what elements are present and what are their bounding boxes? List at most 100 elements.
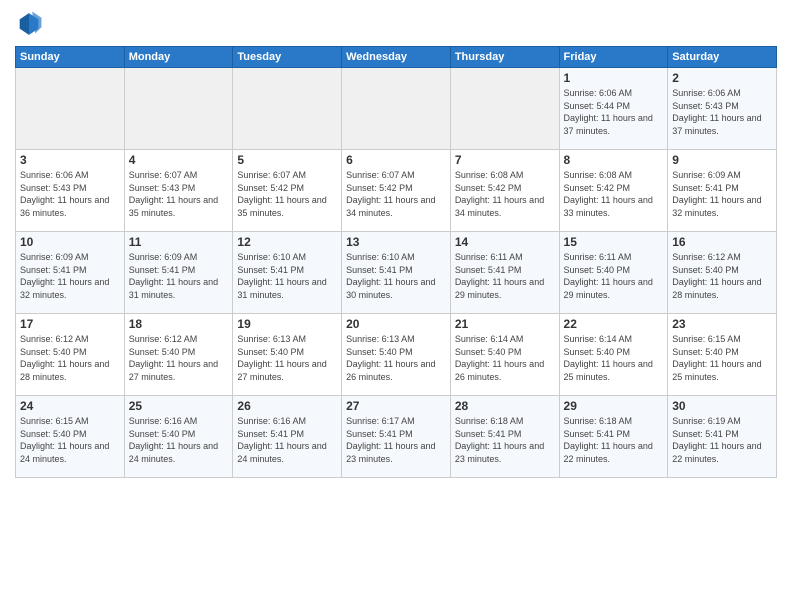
day-info: Sunrise: 6:16 AM Sunset: 5:40 PM Dayligh… xyxy=(129,415,229,465)
day-number: 27 xyxy=(346,399,446,413)
day-number: 20 xyxy=(346,317,446,331)
calendar-cell: 29Sunrise: 6:18 AM Sunset: 5:41 PM Dayli… xyxy=(559,396,668,478)
week-row-2: 10Sunrise: 6:09 AM Sunset: 5:41 PM Dayli… xyxy=(16,232,777,314)
day-info: Sunrise: 6:16 AM Sunset: 5:41 PM Dayligh… xyxy=(237,415,337,465)
day-number: 22 xyxy=(564,317,664,331)
calendar-cell xyxy=(342,68,451,150)
calendar-cell xyxy=(450,68,559,150)
calendar-cell: 9 Sunrise: 6:09 AM Sunset: 5:41 PM Daylig… xyxy=(668,150,777,232)
day-number: 8 xyxy=(564,153,664,167)
day-number: 30 xyxy=(672,399,772,413)
day-number: 5 xyxy=(237,153,337,167)
day-info: Sunrise: 6:12 AM Sunset: 5:40 PM Dayligh… xyxy=(20,333,120,383)
day-info: Sunrise: 6:12 AM Sunset: 5:40 PM Dayligh… xyxy=(129,333,229,383)
day-info: Sunrise: 6:15 AM Sunset: 5:40 PM Dayligh… xyxy=(672,333,772,383)
day-number: 17 xyxy=(20,317,120,331)
calendar-cell: 25 Sunrise: 6:16 AM Sunset: 5:40 PM Dayli… xyxy=(124,396,233,478)
day-number: 23 xyxy=(672,317,772,331)
calendar-table: SundayMondayTuesdayWednesdayThursdayFrid… xyxy=(15,46,777,478)
day-info: Sunrise: 6:10 AM Sunset: 5:41 PM Dayligh… xyxy=(237,251,337,301)
day-number: 1 xyxy=(564,71,664,85)
calendar-cell: 30Sunrise: 6:19 AM Sunset: 5:41 PM Dayli… xyxy=(668,396,777,478)
calendar-cell: 8 Sunrise: 6:08 AM Sunset: 5:42 PM Daylig… xyxy=(559,150,668,232)
calendar-cell xyxy=(233,68,342,150)
day-number: 14 xyxy=(455,235,555,249)
calendar-cell: 28 Sunrise: 6:18 AM Sunset: 5:41 PM Dayli… xyxy=(450,396,559,478)
day-info: Sunrise: 6:06 AM Sunset: 5:43 PM Dayligh… xyxy=(672,87,772,137)
day-info: Sunrise: 6:17 AM Sunset: 5:41 PM Dayligh… xyxy=(346,415,446,465)
calendar-cell xyxy=(124,68,233,150)
calendar-cell: 17 Sunrise: 6:12 AM Sunset: 5:40 PM Dayli… xyxy=(16,314,125,396)
day-number: 7 xyxy=(455,153,555,167)
header-day-tuesday: Tuesday xyxy=(233,47,342,68)
day-number: 11 xyxy=(129,235,229,249)
day-info: Sunrise: 6:12 AM Sunset: 5:40 PM Dayligh… xyxy=(672,251,772,301)
day-info: Sunrise: 6:13 AM Sunset: 5:40 PM Dayligh… xyxy=(346,333,446,383)
day-number: 6 xyxy=(346,153,446,167)
header-day-monday: Monday xyxy=(124,47,233,68)
day-info: Sunrise: 6:08 AM Sunset: 5:42 PM Dayligh… xyxy=(455,169,555,219)
day-info: Sunrise: 6:06 AM Sunset: 5:44 PM Dayligh… xyxy=(564,87,664,137)
calendar-cell: 20 Sunrise: 6:13 AM Sunset: 5:40 PM Dayli… xyxy=(342,314,451,396)
calendar-cell: 4 Sunrise: 6:07 AM Sunset: 5:43 PM Daylig… xyxy=(124,150,233,232)
day-number: 12 xyxy=(237,235,337,249)
day-number: 25 xyxy=(129,399,229,413)
calendar-cell: 16 Sunrise: 6:12 AM Sunset: 5:40 PM Dayli… xyxy=(668,232,777,314)
day-number: 15 xyxy=(564,235,664,249)
day-info: Sunrise: 6:07 AM Sunset: 5:42 PM Dayligh… xyxy=(346,169,446,219)
header-day-thursday: Thursday xyxy=(450,47,559,68)
calendar-cell: 18Sunrise: 6:12 AM Sunset: 5:40 PM Dayli… xyxy=(124,314,233,396)
day-info: Sunrise: 6:09 AM Sunset: 5:41 PM Dayligh… xyxy=(129,251,229,301)
calendar-cell: 26 Sunrise: 6:16 AM Sunset: 5:41 PM Dayli… xyxy=(233,396,342,478)
logo xyxy=(15,10,47,38)
week-row-0: 1 Sunrise: 6:06 AM Sunset: 5:44 PM Daylig… xyxy=(16,68,777,150)
calendar-cell: 1 Sunrise: 6:06 AM Sunset: 5:44 PM Daylig… xyxy=(559,68,668,150)
calendar-cell: 12 Sunrise: 6:10 AM Sunset: 5:41 PM Dayli… xyxy=(233,232,342,314)
calendar-cell: 22Sunrise: 6:14 AM Sunset: 5:40 PM Dayli… xyxy=(559,314,668,396)
calendar-cell: 13 Sunrise: 6:10 AM Sunset: 5:41 PM Dayli… xyxy=(342,232,451,314)
day-info: Sunrise: 6:14 AM Sunset: 5:40 PM Dayligh… xyxy=(455,333,555,383)
day-number: 26 xyxy=(237,399,337,413)
day-number: 9 xyxy=(672,153,772,167)
day-info: Sunrise: 6:15 AM Sunset: 5:40 PM Dayligh… xyxy=(20,415,120,465)
header-day-sunday: Sunday xyxy=(16,47,125,68)
day-info: Sunrise: 6:11 AM Sunset: 5:41 PM Dayligh… xyxy=(455,251,555,301)
logo-icon xyxy=(15,10,43,38)
calendar-cell: 19Sunrise: 6:13 AM Sunset: 5:40 PM Dayli… xyxy=(233,314,342,396)
day-number: 21 xyxy=(455,317,555,331)
calendar-cell: 15 Sunrise: 6:11 AM Sunset: 5:40 PM Dayli… xyxy=(559,232,668,314)
header-day-saturday: Saturday xyxy=(668,47,777,68)
day-number: 2 xyxy=(672,71,772,85)
calendar-cell: 5 Sunrise: 6:07 AM Sunset: 5:42 PM Daylig… xyxy=(233,150,342,232)
calendar-cell: 10Sunrise: 6:09 AM Sunset: 5:41 PM Dayli… xyxy=(16,232,125,314)
calendar-cell: 14 Sunrise: 6:11 AM Sunset: 5:41 PM Dayli… xyxy=(450,232,559,314)
day-number: 19 xyxy=(237,317,337,331)
calendar-cell: 3Sunrise: 6:06 AM Sunset: 5:43 PM Daylig… xyxy=(16,150,125,232)
day-info: Sunrise: 6:06 AM Sunset: 5:43 PM Dayligh… xyxy=(20,169,120,219)
calendar-cell: 6 Sunrise: 6:07 AM Sunset: 5:42 PM Daylig… xyxy=(342,150,451,232)
day-info: Sunrise: 6:11 AM Sunset: 5:40 PM Dayligh… xyxy=(564,251,664,301)
day-info: Sunrise: 6:18 AM Sunset: 5:41 PM Dayligh… xyxy=(455,415,555,465)
day-info: Sunrise: 6:18 AM Sunset: 5:41 PM Dayligh… xyxy=(564,415,664,465)
calendar-cell: 7 Sunrise: 6:08 AM Sunset: 5:42 PM Daylig… xyxy=(450,150,559,232)
calendar-cell: 11 Sunrise: 6:09 AM Sunset: 5:41 PM Dayli… xyxy=(124,232,233,314)
day-info: Sunrise: 6:08 AM Sunset: 5:42 PM Dayligh… xyxy=(564,169,664,219)
day-info: Sunrise: 6:07 AM Sunset: 5:42 PM Dayligh… xyxy=(237,169,337,219)
day-info: Sunrise: 6:09 AM Sunset: 5:41 PM Dayligh… xyxy=(672,169,772,219)
calendar-cell xyxy=(16,68,125,150)
week-row-4: 24Sunrise: 6:15 AM Sunset: 5:40 PM Dayli… xyxy=(16,396,777,478)
day-info: Sunrise: 6:07 AM Sunset: 5:43 PM Dayligh… xyxy=(129,169,229,219)
day-info: Sunrise: 6:09 AM Sunset: 5:41 PM Dayligh… xyxy=(20,251,120,301)
day-number: 13 xyxy=(346,235,446,249)
day-number: 28 xyxy=(455,399,555,413)
week-row-3: 17 Sunrise: 6:12 AM Sunset: 5:40 PM Dayli… xyxy=(16,314,777,396)
calendar-cell: 21 Sunrise: 6:14 AM Sunset: 5:40 PM Dayli… xyxy=(450,314,559,396)
day-number: 16 xyxy=(672,235,772,249)
calendar-cell: 23 Sunrise: 6:15 AM Sunset: 5:40 PM Dayli… xyxy=(668,314,777,396)
calendar-cell: 27 Sunrise: 6:17 AM Sunset: 5:41 PM Dayli… xyxy=(342,396,451,478)
header-day-wednesday: Wednesday xyxy=(342,47,451,68)
header-day-friday: Friday xyxy=(559,47,668,68)
day-info: Sunrise: 6:10 AM Sunset: 5:41 PM Dayligh… xyxy=(346,251,446,301)
week-row-1: 3Sunrise: 6:06 AM Sunset: 5:43 PM Daylig… xyxy=(16,150,777,232)
day-number: 4 xyxy=(129,153,229,167)
